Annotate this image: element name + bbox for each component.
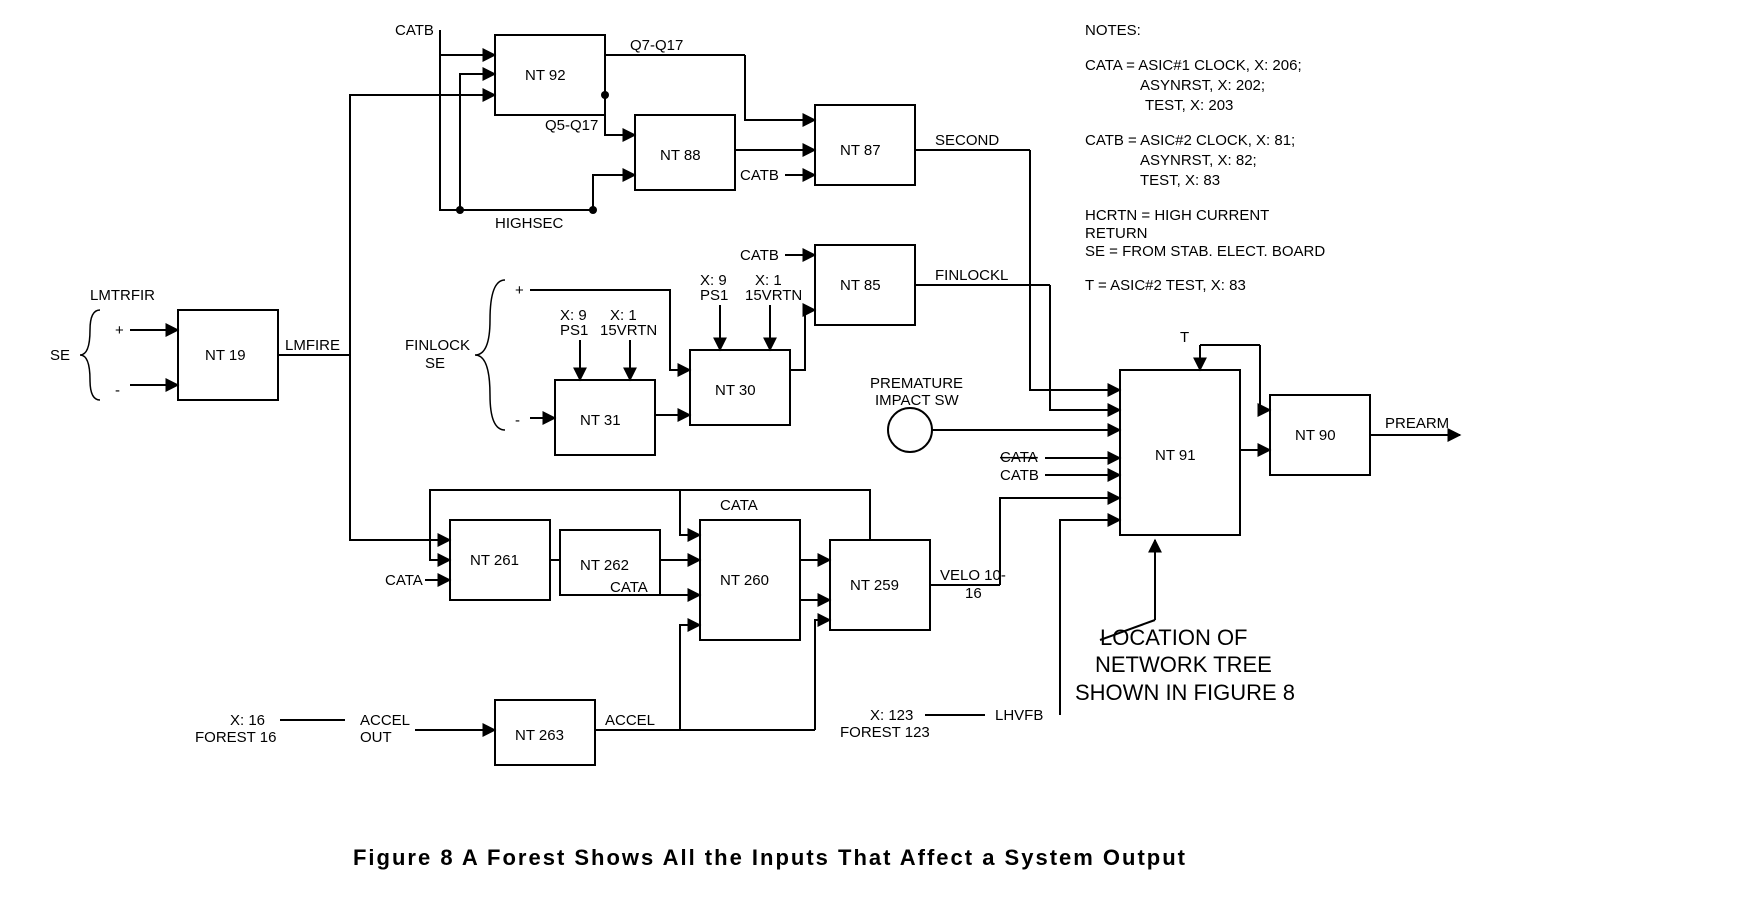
notes-l5: ASYNRST, X: 82; — [1140, 152, 1257, 169]
junction-highsec2 — [456, 206, 464, 214]
label-accelout: ACCEL — [360, 712, 410, 729]
label-location1: LOCATION OF — [1100, 625, 1248, 650]
label-nt19: NT 19 — [205, 347, 246, 364]
label-location3: SHOWN IN FIGURE 8 — [1075, 680, 1295, 705]
label-nt90: NT 90 — [1295, 427, 1336, 444]
wire-highsec-nt88 — [593, 175, 635, 210]
label-nt261: NT 261 — [470, 552, 519, 569]
label-t: T — [1180, 329, 1189, 346]
wire-accel-nt260 — [680, 625, 700, 730]
wire-91-90-top — [1260, 345, 1270, 410]
label-second: SECOND — [935, 132, 999, 149]
notes-l6: TEST, X: 83 — [1140, 172, 1220, 189]
label-lmtrfir: LMTRFIR — [90, 287, 155, 304]
label-premature: PREMATURE — [870, 375, 963, 392]
wire-nt30-nt85 — [790, 310, 815, 370]
label-finlockse: FINLOCK — [405, 337, 470, 354]
label-cata-nt261: CATA — [385, 572, 423, 589]
brace-se — [80, 310, 100, 400]
label-minus-2: - — [515, 412, 520, 429]
label-ps1-nt85: PS1 — [700, 287, 728, 304]
label-finlockse2: SE — [425, 355, 445, 372]
label-nt263: NT 263 — [515, 727, 564, 744]
label-location2: NETWORK TREE — [1095, 652, 1272, 677]
wire-accel-nt259 — [815, 620, 830, 730]
label-q5q17: Q5-Q17 — [545, 117, 598, 134]
label-cata-nt260-top: CATA — [720, 497, 758, 514]
label-nt31: NT 31 — [580, 412, 621, 429]
wire-catb-nt92 — [440, 30, 495, 55]
label-q7q17: Q7-Q17 — [630, 37, 683, 54]
label-nt30: NT 30 — [715, 382, 756, 399]
label-plus-1: + — [115, 322, 124, 339]
notes-l4: CATB = ASIC#2 CLOCK, X: 81; — [1085, 132, 1295, 149]
wire-lmfire-nt92 — [350, 95, 495, 355]
wire-q5-nt88 — [605, 95, 635, 135]
notes-l9: SE = FROM STAB. ELECT. BOARD — [1085, 243, 1325, 260]
premature-impact-sw — [888, 408, 932, 452]
wire-q7q17-nt87 — [745, 55, 815, 120]
label-velo2: 16 — [965, 585, 982, 602]
junction-highsec — [589, 206, 597, 214]
label-nt87: NT 87 — [840, 142, 881, 159]
label-catb-nt87: CATB — [740, 167, 779, 184]
label-minus-1: - — [115, 382, 120, 399]
label-cata-nt260: CATA — [610, 579, 648, 596]
label-forest16: FOREST 16 — [195, 729, 276, 746]
notes-l1: CATA = ASIC#1 CLOCK, X: 206; — [1085, 57, 1302, 74]
wire-lmfire-nt261 — [350, 355, 450, 540]
label-cata-nt91: CATA — [1000, 449, 1038, 466]
label-forest123: FOREST 123 — [840, 724, 930, 741]
notes-l2: ASYNRST, X: 202; — [1140, 77, 1265, 94]
label-lhvfb: LHVFB — [995, 707, 1043, 724]
wire-finlockl-nt91 — [1050, 285, 1120, 410]
label-accel: ACCEL — [605, 712, 655, 729]
wire-fb-nt260 — [680, 490, 700, 535]
figure-caption: Figure 8 A Forest Shows All the Inputs T… — [353, 845, 1187, 870]
label-x123: X: 123 — [870, 707, 913, 724]
label-finlockl: FINLOCKL — [935, 267, 1008, 284]
label-nt262: NT 262 — [580, 557, 629, 574]
wire-second-nt91 — [1030, 150, 1120, 390]
label-nt260: NT 260 — [720, 572, 769, 589]
notes-l10: T = ASIC#2 TEST, X: 83 — [1085, 277, 1246, 294]
label-nt85: NT 85 — [840, 277, 881, 294]
label-lmfire: LMFIRE — [285, 337, 340, 354]
label-velo: VELO 10- — [940, 567, 1006, 584]
label-se: SE — [50, 347, 70, 364]
label-impactsw: IMPACT SW — [875, 392, 959, 409]
label-catb-nt92: CATB — [395, 22, 434, 39]
label-prearm: PREARM — [1385, 415, 1449, 432]
label-15v-nt85: 15VRTN — [745, 287, 802, 304]
label-ps1-nt31: PS1 — [560, 322, 588, 339]
label-nt88: NT 88 — [660, 147, 701, 164]
label-highsec: HIGHSEC — [495, 215, 564, 232]
label-accelout2: OUT — [360, 729, 392, 746]
label-nt92: NT 92 — [525, 67, 566, 84]
brace-finlock — [475, 280, 505, 430]
label-catb-nt91: CATB — [1000, 467, 1039, 484]
notes-l3: TEST, X: 203 — [1145, 97, 1233, 114]
label-x16: X: 16 — [230, 712, 265, 729]
label-nt259: NT 259 — [850, 577, 899, 594]
label-nt91: NT 91 — [1155, 447, 1196, 464]
label-15v-nt31: 15VRTN — [600, 322, 657, 339]
label-plus-2: + — [515, 282, 524, 299]
label-catb-nt85: CATB — [740, 247, 779, 264]
notes-l8: RETURN — [1085, 225, 1148, 242]
notes-l7: HCRTN = HIGH CURRENT — [1085, 207, 1269, 224]
notes-title: NOTES: — [1085, 22, 1141, 39]
